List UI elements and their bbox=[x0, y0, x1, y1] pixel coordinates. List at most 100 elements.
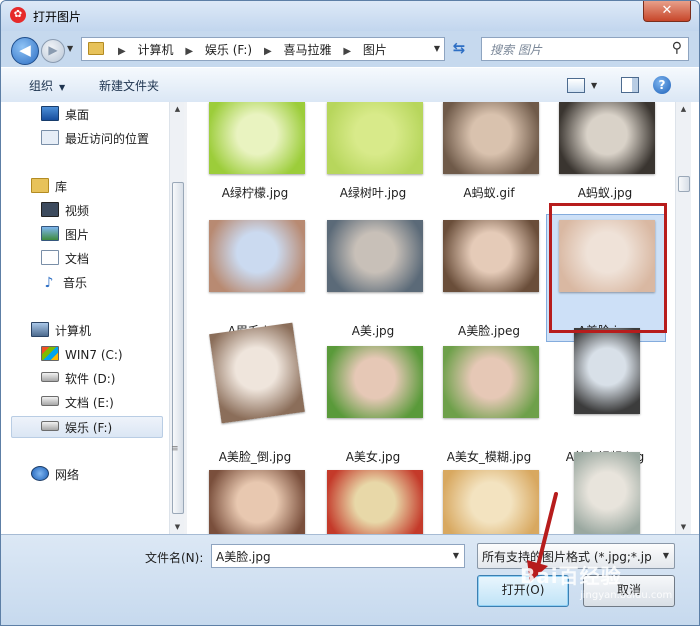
nav-item-desktop[interactable]: 桌面 bbox=[41, 104, 89, 126]
breadcrumb-item[interactable]: 图片 bbox=[363, 43, 387, 57]
windows-drive-icon bbox=[41, 346, 59, 361]
scroll-down-icon[interactable]: ▼ bbox=[170, 520, 185, 534]
file-thumbnail bbox=[443, 220, 539, 292]
file-type-value: 所有支持的图片格式 (*.jpg;*.jp bbox=[482, 550, 652, 564]
nav-item-label: 计算机 bbox=[55, 324, 92, 338]
file-item[interactable] bbox=[317, 462, 429, 534]
file-type-select[interactable]: 所有支持的图片格式 (*.jpg;*.jp ▼ bbox=[477, 543, 675, 569]
file-item[interactable]: A美女_模糊.jpg bbox=[433, 338, 545, 464]
file-item[interactable] bbox=[199, 462, 311, 534]
scroll-up-icon[interactable]: ▲ bbox=[170, 102, 185, 116]
file-item[interactable]: A美脸_倒.jpg bbox=[199, 322, 311, 464]
file-thumbnail bbox=[559, 102, 655, 174]
nav-item-drive-c[interactable]: WIN7 (C:) bbox=[41, 344, 123, 366]
nav-item-computer[interactable]: 计算机 bbox=[31, 320, 91, 342]
search-placeholder: 搜索 图片 bbox=[490, 43, 542, 57]
file-thumbnail bbox=[443, 102, 539, 174]
nav-item-label: 库 bbox=[55, 180, 68, 194]
file-thumbnail bbox=[209, 322, 305, 424]
file-thumbnail bbox=[327, 220, 423, 292]
file-item[interactable]: A美女视频.jpg bbox=[549, 328, 661, 464]
recent-pages-dropdown[interactable]: ▼ bbox=[67, 44, 73, 53]
file-item[interactable]: A美.jpg bbox=[317, 212, 429, 338]
scroll-up-icon[interactable]: ▲ bbox=[676, 102, 691, 116]
address-bar[interactable]: ▶ 计算机 ▶ 娱乐 (F:) ▶ 喜马拉雅 ▶ 图片 ▼ bbox=[81, 37, 445, 61]
recent-places-icon bbox=[41, 130, 59, 145]
chevron-down-icon[interactable]: ▼ bbox=[453, 551, 459, 560]
annotation-highlight-box bbox=[549, 203, 667, 333]
scrollbar-thumb[interactable] bbox=[678, 176, 690, 192]
chevron-right-icon: ▶ bbox=[185, 46, 194, 57]
filename-label: 文件名(N): bbox=[145, 551, 204, 565]
nav-pane-scrollbar[interactable]: ▲ ▼ bbox=[169, 102, 185, 534]
splitter-grip-icon: ≡ bbox=[171, 444, 179, 454]
scrollbar-thumb[interactable] bbox=[172, 182, 184, 514]
nav-item-music[interactable]: ♪ 音乐 bbox=[41, 272, 87, 294]
back-button[interactable]: ◀ bbox=[11, 37, 39, 65]
filename-input[interactable]: A美脸.jpg ▼ bbox=[211, 544, 465, 568]
nav-item-label: 网络 bbox=[55, 468, 80, 482]
dialog-title: 打开图片 bbox=[33, 10, 82, 24]
file-name: A蚂蚁.jpg bbox=[577, 186, 633, 200]
preview-pane-icon[interactable] bbox=[621, 77, 639, 93]
file-name: A蚂蚁.gif bbox=[463, 186, 515, 200]
folder-icon bbox=[88, 42, 104, 55]
nav-item-label: 视频 bbox=[65, 204, 90, 218]
close-button[interactable]: ✕ bbox=[643, 1, 691, 22]
scroll-down-icon[interactable]: ▼ bbox=[676, 520, 691, 534]
nav-item-label: 娱乐 (F:) bbox=[65, 421, 113, 435]
nav-item-drive-e[interactable]: 文档 (E:) bbox=[41, 392, 114, 414]
file-item[interactable]: A美女.jpg bbox=[317, 338, 429, 464]
file-name: A绿树叶.jpg bbox=[339, 186, 407, 200]
nav-item-label: 音乐 bbox=[63, 276, 88, 290]
file-item[interactable]: A眉毛.jpg bbox=[199, 212, 311, 338]
nav-item-drive-f[interactable]: 娱乐 (F:) bbox=[11, 416, 163, 438]
search-icon[interactable]: ⚲ bbox=[672, 40, 682, 56]
nav-item-recent[interactable]: 最近访问的位置 bbox=[41, 128, 149, 150]
change-view-icon[interactable] bbox=[567, 78, 585, 93]
search-input[interactable]: 搜索 图片 ⚲ bbox=[481, 37, 689, 61]
file-item[interactable] bbox=[433, 462, 545, 534]
nav-item-label: 文档 bbox=[65, 252, 90, 266]
nav-item-libraries[interactable]: 库 bbox=[31, 176, 67, 198]
drive-icon bbox=[41, 372, 59, 382]
chevron-right-icon: ▶ bbox=[343, 46, 352, 57]
app-logo-icon: ✿ bbox=[10, 7, 26, 23]
organize-label: 组织 bbox=[29, 79, 54, 93]
address-dropdown-icon[interactable]: ▼ bbox=[434, 44, 440, 53]
nav-item-videos[interactable]: 视频 bbox=[41, 200, 89, 222]
file-item[interactable]: A绿树叶.jpg bbox=[317, 102, 429, 212]
file-thumbnail bbox=[209, 220, 305, 292]
organize-button[interactable]: 组织 ▼ bbox=[29, 77, 65, 94]
filename-value: A美脸.jpg bbox=[216, 550, 271, 564]
nav-item-documents[interactable]: 文档 bbox=[41, 248, 89, 270]
help-icon[interactable]: ? bbox=[653, 76, 671, 94]
chevron-down-icon: ▼ bbox=[59, 83, 66, 92]
file-item[interactable]: A绿柠檬.jpg bbox=[199, 102, 311, 212]
breadcrumb-item[interactable]: 计算机 bbox=[138, 43, 174, 57]
forward-button[interactable]: ▶ bbox=[41, 39, 65, 63]
file-thumbnail bbox=[443, 346, 539, 418]
open-button[interactable]: 打开(O) bbox=[477, 575, 569, 607]
file-item[interactable]: A蚂蚁.gif bbox=[433, 102, 545, 212]
nav-item-drive-d[interactable]: 软件 (D:) bbox=[41, 368, 115, 390]
refresh-button[interactable]: ⇆ bbox=[447, 37, 471, 61]
library-icon bbox=[31, 178, 49, 193]
cancel-button[interactable]: 取消 bbox=[583, 575, 675, 607]
chevron-down-icon: ▼ bbox=[662, 551, 669, 560]
title-bar[interactable]: ✿ 打开图片 ✕ bbox=[1, 1, 699, 31]
file-item[interactable]: A美脸.jpeg bbox=[433, 212, 545, 338]
nav-item-network[interactable]: 网络 bbox=[31, 464, 79, 486]
view-dropdown-icon[interactable]: ▼ bbox=[591, 81, 597, 90]
file-item[interactable]: A蚂蚁.jpg bbox=[549, 102, 661, 212]
file-item[interactable] bbox=[549, 452, 661, 534]
nav-item-label: 最近访问的位置 bbox=[65, 132, 150, 146]
file-list-scrollbar[interactable]: ▲ ▼ bbox=[675, 102, 691, 534]
breadcrumb-item[interactable]: 喜马拉雅 bbox=[283, 43, 331, 57]
file-thumbnail bbox=[327, 102, 423, 174]
nav-item-label: WIN7 (C:) bbox=[65, 348, 123, 362]
nav-item-pictures[interactable]: 图片 bbox=[41, 224, 89, 246]
file-thumbnail bbox=[574, 328, 640, 414]
breadcrumb-item[interactable]: 娱乐 (F:) bbox=[205, 43, 252, 57]
new-folder-button[interactable]: 新建文件夹 bbox=[99, 77, 159, 94]
